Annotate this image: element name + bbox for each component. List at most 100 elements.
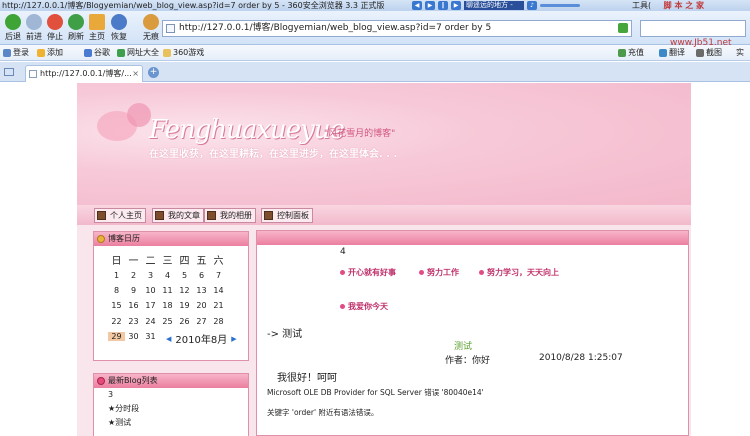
category-link[interactable]: 我爱你今天 <box>340 301 388 312</box>
calendar-day[interactable]: 26 <box>176 317 193 326</box>
calendar-day[interactable]: 17 <box>142 301 159 310</box>
media-play-icon[interactable]: ▶ <box>425 1 435 10</box>
media-prev-icon[interactable]: ◀ <box>412 1 422 10</box>
go-icon[interactable] <box>618 23 628 33</box>
calendar-week: 22 23 24 25 26 27 28 <box>108 314 228 329</box>
stop-button[interactable]: 停止 <box>44 14 66 42</box>
recharge-label: 充值 <box>628 48 644 57</box>
calendar-day[interactable]: 6 <box>193 271 210 280</box>
fav-games[interactable]: 360游戏 <box>163 45 204 61</box>
bullet-icon <box>340 270 345 275</box>
calendar-day[interactable]: 5 <box>176 271 193 280</box>
category-link[interactable]: 开心就有好事 <box>340 267 396 278</box>
site-icon <box>117 49 125 57</box>
calendar-day[interactable]: 15 <box>108 301 125 310</box>
restore-button[interactable]: 恢复 <box>108 14 130 42</box>
home-label: 主页 <box>89 32 105 41</box>
calendar-week: 15 16 17 18 19 20 21 <box>108 298 228 313</box>
back-label: 后退 <box>5 32 21 41</box>
forward-button[interactable]: 前进 <box>23 14 45 42</box>
calendar-day[interactable]: 2 <box>125 271 142 280</box>
recharge-link[interactable]: 充值 <box>618 45 644 61</box>
refresh-button[interactable]: 刷新 <box>65 14 87 42</box>
login-link[interactable]: 登录 <box>3 45 29 61</box>
menu-articles[interactable]: 我的文章 <box>152 208 204 223</box>
calendar-day[interactable]: 31 <box>142 332 159 341</box>
calendar-week: 8 9 10 11 12 13 14 <box>108 283 228 298</box>
tab-bar: http://127.0.0.1/博客/... × + <box>0 62 750 82</box>
menu-album[interactable]: 我的相册 <box>204 208 256 223</box>
prev-month-icon[interactable]: ◀ <box>166 335 171 343</box>
fav-nav-site[interactable]: 网址大全 <box>117 45 159 61</box>
folder-icon <box>163 49 171 57</box>
calendar-day[interactable]: 28 <box>210 317 227 326</box>
calendar-day[interactable]: 13 <box>193 286 210 295</box>
article-panel-header <box>257 231 688 245</box>
category-label: 我爱你今天 <box>348 302 388 311</box>
next-month-icon[interactable]: ▶ <box>231 335 236 343</box>
bullet-icon <box>340 304 345 309</box>
address-url: http://127.0.0.1/博客/Blogyemian/web_blog_… <box>179 23 492 33</box>
refresh-icon <box>68 14 84 30</box>
home-button[interactable]: 主页 <box>86 14 108 42</box>
bloglist-item[interactable]: ★测试 <box>94 416 248 430</box>
nav-site-label: 网址大全 <box>127 48 159 57</box>
category-label: 努力学习，天天向上 <box>487 268 559 277</box>
calendar-day[interactable]: 4 <box>159 271 176 280</box>
tools-menu[interactable]: 工具( <box>632 1 651 10</box>
back-button[interactable]: 后退 <box>2 14 24 42</box>
calendar-day[interactable]: 25 <box>159 317 176 326</box>
blog-brand: Fenghuaxueyue <box>149 115 345 145</box>
calendar-day[interactable]: 8 <box>108 286 125 295</box>
calendar-day[interactable]: 9 <box>125 286 142 295</box>
menu-album-label: 我的相册 <box>220 211 252 220</box>
calendar-day[interactable]: 14 <box>210 286 227 295</box>
weekday: 一 <box>128 256 139 268</box>
calendar-day[interactable]: 7 <box>210 271 227 280</box>
tab-active[interactable]: http://127.0.0.1/博客/... × <box>25 65 143 82</box>
blog-brand-cn: "风花雪月的博客" <box>324 129 396 139</box>
calendar-day[interactable]: 12 <box>176 286 193 295</box>
calendar-day[interactable]: 27 <box>193 317 210 326</box>
tab-list-icon[interactable] <box>4 68 14 76</box>
fav-google[interactable]: 谷歌 <box>84 45 110 61</box>
calendar-day[interactable]: 18 <box>159 301 176 310</box>
calendar-day[interactable]: 21 <box>210 301 227 310</box>
menu-home[interactable]: 个人主页 <box>94 208 146 223</box>
media-song-title: 聊遥远的地方 - <box>464 1 524 10</box>
incognito-icon <box>143 14 159 30</box>
calendar-day[interactable]: 11 <box>159 286 176 295</box>
star-icon <box>37 49 45 57</box>
address-bar[interactable]: http://127.0.0.1/博客/Blogyemian/web_blog_… <box>162 20 632 37</box>
volume-icon[interactable]: ♪ <box>527 1 537 10</box>
back-arrow-icon <box>5 14 21 30</box>
calendar-day[interactable]: 24 <box>142 317 159 326</box>
category-link[interactable]: 努力工作 <box>419 267 459 278</box>
volume-slider[interactable] <box>540 4 580 7</box>
incognito-label: 无痕 <box>143 32 159 41</box>
calendar-day[interactable]: 23 <box>125 317 142 326</box>
calendar-day[interactable]: 10 <box>142 286 159 295</box>
tab-close-icon[interactable]: × <box>132 66 139 82</box>
calendar-day[interactable]: 1 <box>108 271 125 280</box>
menu-control-panel[interactable]: 控制面板 <box>261 208 313 223</box>
recharge-icon <box>618 49 626 57</box>
add-favorite-link[interactable]: 添加 <box>37 45 63 61</box>
new-tab-icon[interactable]: + <box>148 67 159 78</box>
calendar-day[interactable]: 22 <box>108 317 125 326</box>
media-next-icon[interactable]: ▶ <box>451 1 461 10</box>
translate-icon <box>659 49 667 57</box>
category-link[interactable]: 努力学习，天天向上 <box>479 267 559 278</box>
calendar-day[interactable]: 20 <box>193 301 210 310</box>
article-heading: 测试 <box>454 342 473 352</box>
article-date: 2010/8/28 1:25:07 <box>539 353 623 363</box>
calendar-day[interactable]: 3 <box>142 271 159 280</box>
calendar-day-today[interactable]: 29 <box>108 332 125 342</box>
bloglist-item[interactable]: ★分时段 <box>94 402 248 416</box>
media-pause-icon[interactable]: ‖ <box>438 1 448 10</box>
calendar-day[interactable]: 16 <box>125 301 142 310</box>
more-link[interactable]: 实 <box>736 45 744 61</box>
calendar-day[interactable]: 19 <box>176 301 193 310</box>
calendar-day[interactable]: 30 <box>125 332 142 341</box>
incognito-button[interactable]: 无痕 <box>140 14 162 42</box>
